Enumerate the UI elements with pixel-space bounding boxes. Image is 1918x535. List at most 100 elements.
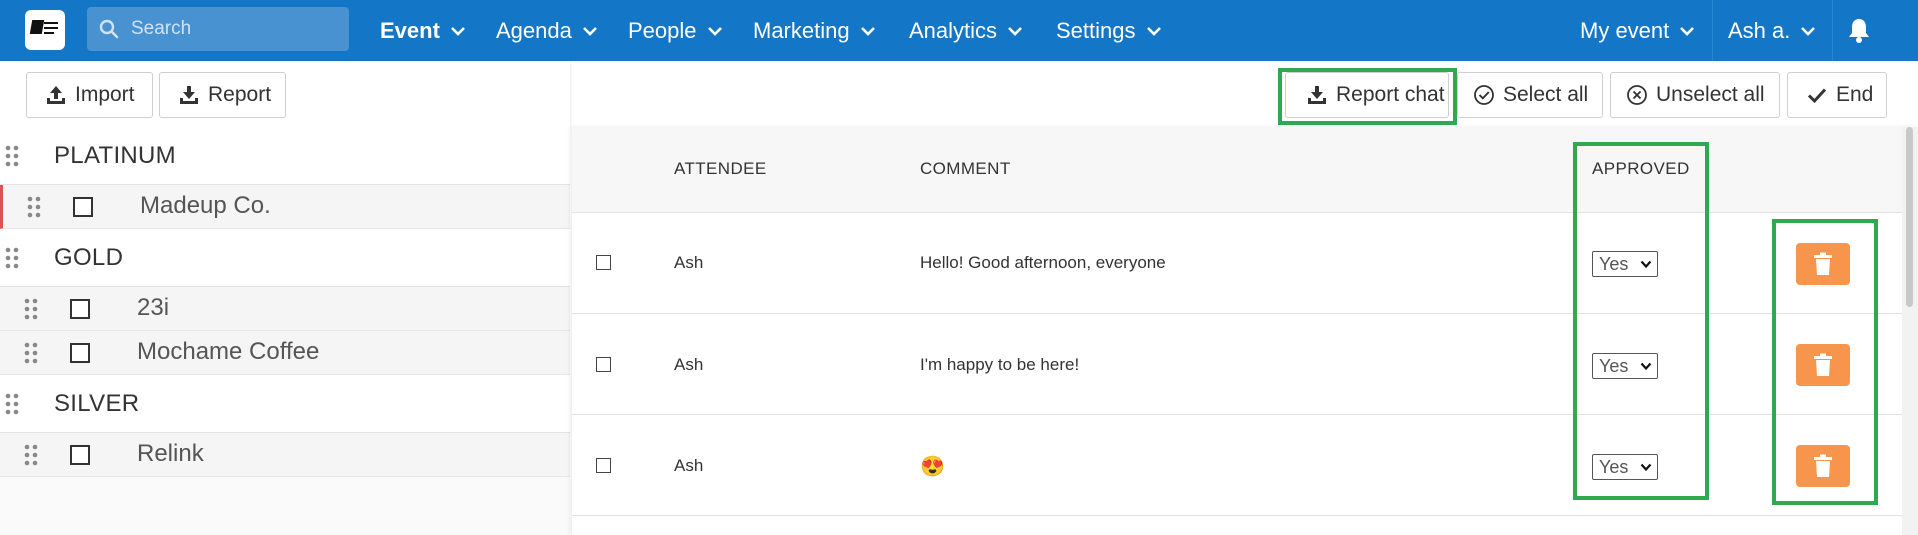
search-icon bbox=[99, 19, 119, 39]
attendee-name: Ash bbox=[674, 253, 704, 272]
logo-mark-icon bbox=[29, 18, 59, 42]
group-label: GOLD bbox=[54, 243, 124, 271]
sponsor-group-gold[interactable]: GOLD bbox=[0, 229, 570, 287]
sponsor-checkbox[interactable] bbox=[70, 445, 90, 465]
comment-text: Hello! Good afternoon, everyone bbox=[920, 253, 1166, 272]
chevron-down-icon bbox=[1640, 362, 1652, 371]
report-chat-button[interactable]: Report chat bbox=[1285, 72, 1449, 118]
sponsor-group-silver[interactable]: SILVER bbox=[0, 375, 570, 433]
end-button[interactable]: End bbox=[1787, 72, 1887, 118]
delete-button[interactable] bbox=[1796, 243, 1850, 285]
table-header: ATTENDEE COMMENT APPROVED bbox=[572, 127, 1902, 213]
nav-agenda-label: Agenda bbox=[496, 17, 572, 43]
nav-my-event[interactable]: My event bbox=[1580, 0, 1695, 61]
search-input[interactable] bbox=[131, 7, 341, 51]
drag-handle-icon[interactable] bbox=[27, 196, 41, 218]
approved-select[interactable]: Yes bbox=[1592, 251, 1658, 277]
nav-analytics[interactable]: Analytics bbox=[909, 0, 1023, 61]
drag-handle-icon[interactable] bbox=[24, 342, 38, 364]
drag-handle-icon[interactable] bbox=[5, 247, 19, 269]
nav-event[interactable]: Event bbox=[380, 0, 466, 61]
drag-handle-icon[interactable] bbox=[5, 145, 19, 167]
drag-handle-icon[interactable] bbox=[5, 393, 19, 415]
chevron-down-icon bbox=[582, 26, 597, 36]
download-icon bbox=[180, 86, 198, 104]
chevron-down-icon bbox=[1146, 26, 1161, 36]
chevron-down-icon bbox=[1640, 260, 1652, 269]
bell-icon[interactable] bbox=[1846, 16, 1872, 44]
sponsor-name: Madeup Co. bbox=[140, 192, 271, 219]
upload-icon bbox=[47, 86, 65, 104]
sponsor-list: PLATINUM Madeup Co. GOLD 23i Mochame Cof… bbox=[0, 127, 570, 535]
select-all-label: Select all bbox=[1503, 83, 1589, 106]
drag-handle-icon[interactable] bbox=[24, 298, 38, 320]
drag-handle-icon[interactable] bbox=[24, 444, 38, 466]
select-all-button[interactable]: Select all bbox=[1457, 72, 1603, 118]
approved-value: Yes bbox=[1599, 355, 1629, 376]
nav-settings[interactable]: Settings bbox=[1056, 0, 1162, 61]
approved-value: Yes bbox=[1599, 253, 1629, 274]
sponsor-checkbox[interactable] bbox=[73, 197, 93, 217]
sponsor-item[interactable]: 23i bbox=[0, 287, 570, 331]
vertical-scrollbar[interactable] bbox=[1902, 127, 1918, 535]
sponsor-name: Relink bbox=[137, 440, 204, 467]
delete-button[interactable] bbox=[1796, 344, 1850, 386]
sponsor-name: 23i bbox=[137, 294, 170, 321]
chevron-down-icon bbox=[707, 26, 722, 36]
nav-marketing-label: Marketing bbox=[753, 17, 850, 43]
row-checkbox[interactable] bbox=[596, 357, 611, 372]
group-label: PLATINUM bbox=[54, 141, 176, 169]
import-button[interactable]: Import bbox=[26, 72, 153, 118]
sponsor-checkbox[interactable] bbox=[70, 299, 90, 319]
approved-select[interactable]: Yes bbox=[1592, 454, 1658, 480]
sponsor-item[interactable]: Mochame Coffee bbox=[0, 331, 570, 375]
approved-select[interactable]: Yes bbox=[1592, 353, 1658, 379]
header-attendee: ATTENDEE bbox=[674, 159, 767, 178]
nav-my-event-label: My event bbox=[1580, 17, 1670, 43]
nav-agenda[interactable]: Agenda bbox=[496, 0, 598, 61]
trash-icon bbox=[1814, 353, 1832, 376]
sponsor-checkbox[interactable] bbox=[70, 343, 90, 363]
report-button[interactable]: Report bbox=[159, 72, 286, 118]
chevron-down-icon bbox=[451, 26, 465, 36]
sponsor-item[interactable]: Madeup Co. bbox=[0, 185, 570, 229]
comment-text: 😍 bbox=[920, 456, 945, 478]
header-approved: APPROVED bbox=[1592, 159, 1690, 178]
delete-button[interactable] bbox=[1796, 445, 1850, 487]
nav-user-menu[interactable]: Ash a. bbox=[1728, 0, 1816, 61]
chevron-down-icon bbox=[1640, 463, 1652, 472]
sponsor-group-platinum[interactable]: PLATINUM bbox=[0, 127, 570, 185]
import-label: Import bbox=[75, 83, 135, 106]
unselect-all-button[interactable]: Unselect all bbox=[1610, 72, 1780, 118]
nav-analytics-label: Analytics bbox=[909, 17, 998, 43]
table-row: Ash I'm happy to be here! Yes bbox=[572, 314, 1902, 415]
nav-marketing[interactable]: Marketing bbox=[753, 0, 876, 61]
row-checkbox[interactable] bbox=[596, 255, 611, 270]
approved-value: Yes bbox=[1599, 456, 1629, 477]
row-checkbox[interactable] bbox=[596, 458, 611, 473]
download-icon bbox=[1308, 86, 1326, 104]
scrollbar-thumb[interactable] bbox=[1906, 127, 1913, 307]
trash-icon bbox=[1814, 454, 1832, 477]
x-circle-icon bbox=[1627, 85, 1647, 105]
chevron-down-icon bbox=[1801, 26, 1816, 36]
end-label: End bbox=[1836, 83, 1874, 106]
nav-people[interactable]: People bbox=[628, 0, 723, 61]
chevron-down-icon bbox=[860, 26, 875, 36]
table-row: Ash Hello! Good afternoon, everyone Yes bbox=[572, 213, 1902, 314]
sponsor-item[interactable]: Relink bbox=[0, 433, 570, 477]
group-label: SILVER bbox=[54, 389, 140, 417]
chevron-down-icon bbox=[1008, 26, 1022, 36]
report-label: Report bbox=[208, 83, 272, 106]
nav-settings-label: Settings bbox=[1056, 17, 1136, 43]
check-circle-icon bbox=[1474, 85, 1494, 105]
attendee-name: Ash bbox=[674, 355, 704, 374]
attendee-name: Ash bbox=[674, 456, 704, 475]
sponsor-toolbar: Import Report bbox=[0, 61, 570, 127]
chat-table: ATTENDEE COMMENT APPROVED Ash Hello! Goo… bbox=[572, 127, 1918, 535]
chevron-down-icon bbox=[1680, 26, 1695, 36]
nav-people-label: People bbox=[628, 17, 697, 43]
search-box[interactable] bbox=[87, 7, 349, 51]
app-logo[interactable] bbox=[25, 10, 65, 50]
checkmark-icon bbox=[1807, 88, 1827, 104]
